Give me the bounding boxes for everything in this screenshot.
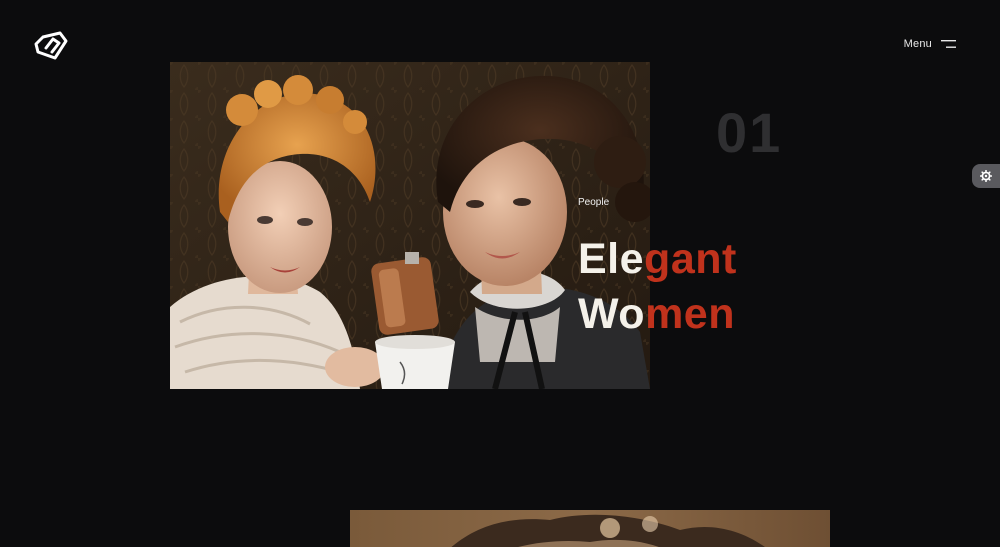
brand-logo[interactable] xyxy=(33,28,69,64)
gear-icon xyxy=(980,170,992,182)
title-line-1: Elegant xyxy=(578,232,737,287)
title-line-2-inside: Wo xyxy=(578,290,646,338)
next-slide-photo xyxy=(350,510,830,547)
title-line-1-accent: gant xyxy=(644,235,737,283)
brand-logo-icon xyxy=(34,31,68,60)
slide-title[interactable]: Elegant Women xyxy=(578,232,737,342)
title-line-2: Women xyxy=(578,287,737,342)
title-line-1-inside: Ele xyxy=(578,235,645,283)
hamburger-menu-icon xyxy=(941,39,956,48)
settings-tab[interactable] xyxy=(972,164,1000,188)
menu-label: Menu xyxy=(903,38,932,50)
next-slide-image[interactable] xyxy=(350,510,830,547)
slide-category[interactable]: People xyxy=(578,197,609,208)
menu-button[interactable]: Menu xyxy=(904,38,956,50)
slide-number: 01 xyxy=(716,101,783,164)
title-line-2-accent: men xyxy=(645,290,735,338)
page: Menu 01 People Elegant Women xyxy=(0,0,1000,547)
